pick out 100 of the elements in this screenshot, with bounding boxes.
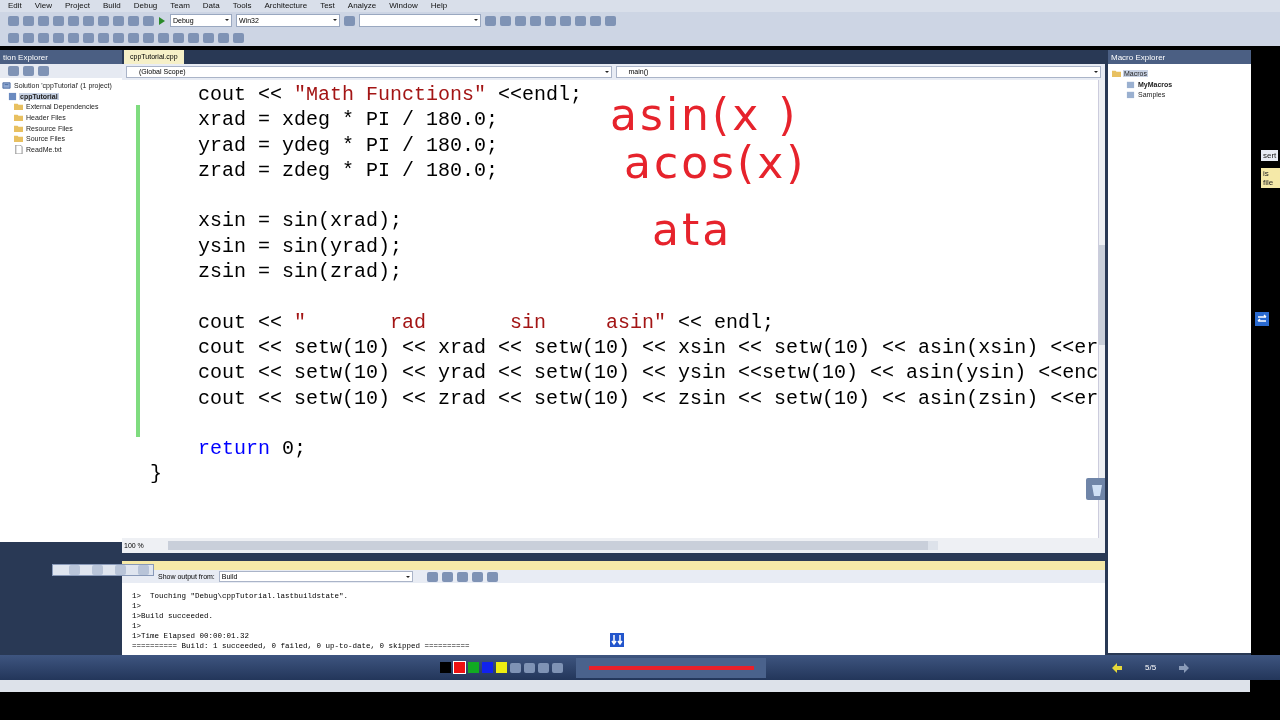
toolbar-icon[interactable] — [173, 32, 184, 43]
toolbar-icon[interactable] — [575, 15, 586, 26]
toolbar-icon[interactable] — [68, 32, 79, 43]
toolbar-icon[interactable] — [441, 571, 453, 582]
toolbar-icon[interactable] — [69, 565, 80, 575]
toolbar-icon[interactable] — [524, 662, 535, 673]
toolbar-icon[interactable] — [605, 15, 616, 26]
menu-item[interactable]: Test — [320, 0, 335, 12]
handwritten-note: asin(x ) — [610, 90, 799, 140]
panel-title: Macro Explorer — [1111, 52, 1166, 62]
menu-item[interactable]: Edit — [8, 0, 22, 12]
code-line: cout << setw(10) << xrad << setw(10) << xsin << setw(10) << asin(xsin) <<er — [197, 334, 1099, 361]
toolbar-icon[interactable] — [83, 15, 94, 26]
toolbar-icon[interactable] — [23, 32, 34, 43]
play-icon[interactable] — [158, 15, 166, 26]
code-line: xrad = xdeg * PI / 180.0; — [197, 107, 499, 133]
toolbar-icon[interactable] — [53, 15, 64, 26]
toolbar-icon[interactable] — [38, 15, 49, 26]
left-arrow-icon[interactable] — [1111, 661, 1123, 674]
toolbar-icon[interactable] — [83, 32, 94, 43]
toolbar-icon[interactable] — [113, 32, 124, 43]
menu-item[interactable]: Tools — [232, 0, 252, 12]
folder-icon — [1112, 68, 1121, 78]
arrows-icon[interactable] — [1255, 312, 1269, 326]
color-swatch[interactable] — [482, 662, 493, 673]
toolbar-icon[interactable] — [188, 32, 199, 43]
toolbar-icon[interactable] — [344, 15, 355, 26]
code-line: cout << "Math Functions" <<endl; — [197, 82, 583, 108]
toolbar-icon[interactable] — [233, 32, 244, 43]
color-swatch[interactable] — [440, 662, 451, 673]
menu-item[interactable]: Analyze — [347, 0, 377, 12]
toolbar-icon[interactable] — [471, 571, 483, 582]
toolbar-icon[interactable] — [560, 15, 571, 26]
color-swatch[interactable] — [468, 662, 479, 673]
menu-item[interactable]: View — [34, 0, 52, 12]
color-swatch[interactable] — [496, 662, 507, 673]
code-line: yrad = ydeg * PI / 180.0; — [197, 132, 499, 158]
toolbar-icon[interactable] — [530, 15, 541, 26]
menu-item[interactable]: Build — [102, 0, 121, 12]
project-icon — [8, 91, 17, 101]
toolbar-icon[interactable] — [143, 15, 154, 26]
toolbar-icon[interactable] — [138, 565, 149, 575]
toolbar-icon[interactable] — [486, 571, 498, 582]
down-arrows-icon[interactable] — [610, 633, 624, 647]
toolbar-icon[interactable] — [485, 15, 496, 26]
toolbar-icon[interactable] — [23, 15, 34, 26]
window-fragment-text: is file — [1261, 168, 1280, 188]
toolbar-icon[interactable] — [8, 32, 19, 43]
toolbar-icon[interactable] — [203, 32, 214, 43]
color-swatch[interactable] — [454, 662, 465, 673]
toolbar-icon[interactable] — [53, 32, 64, 43]
window-fragment-text: sert — [1261, 150, 1279, 161]
toolbar-icon[interactable] — [92, 565, 103, 575]
menu-item[interactable]: Project — [65, 0, 90, 12]
menu-item[interactable]: Window — [389, 0, 418, 12]
toolbar-icon[interactable] — [38, 32, 49, 43]
toolbar-icon[interactable] — [158, 32, 169, 43]
toolbar-icon[interactable] — [115, 565, 126, 575]
menu-item[interactable]: Team — [170, 0, 190, 12]
code-line: } — [150, 461, 162, 487]
menu-item[interactable]: Architecture — [264, 0, 308, 12]
menu-item[interactable]: Debug — [133, 0, 158, 12]
toolbar-icon[interactable] — [510, 662, 521, 673]
page-counter: 5/5 — [1145, 663, 1157, 672]
toolbar-icon[interactable] — [8, 15, 19, 26]
code-line: zrad = zdeg * PI / 180.0; — [197, 157, 499, 184]
toolbar-icon[interactable] — [98, 15, 109, 26]
toolbar-icon[interactable] — [538, 662, 549, 673]
find-dropdown[interactable] — [359, 14, 481, 27]
toolbar-icon[interactable] — [128, 15, 139, 26]
right-arrow-icon[interactable] — [1178, 661, 1191, 674]
handwritten-note: ata — [652, 205, 733, 255]
toolbar-icon[interactable] — [128, 32, 139, 43]
code-line: cout << setw(10) << yrad << setw(10) << ysin <<setw(10) << asin(ysin) <<enc — [197, 360, 1099, 386]
toolbar-icon[interactable] — [68, 15, 79, 26]
toolbar-icon[interactable] — [545, 15, 556, 26]
menu-item[interactable]: Help — [430, 0, 448, 12]
toolbar-icon[interactable] — [590, 15, 601, 26]
toolbar-icon[interactable] — [38, 66, 49, 76]
code-line: return 0; — [197, 436, 307, 462]
handwritten-note: acos(x) — [624, 138, 807, 188]
document-icon — [14, 144, 23, 154]
toolbar-icon[interactable] — [98, 32, 109, 43]
code-line: xsin = sin(xrad); — [197, 208, 403, 234]
toolbar-icon[interactable] — [500, 15, 511, 26]
toolbar-icon[interactable] — [23, 66, 34, 76]
toolbar-icon[interactable] — [113, 15, 124, 26]
pen-width-selector[interactable] — [576, 657, 766, 678]
toolbar-icon[interactable] — [8, 66, 19, 76]
toolbar-icon[interactable] — [143, 32, 154, 43]
toolbar-icon[interactable] — [552, 662, 563, 673]
code-line: zsin = sin(zrad); — [197, 259, 403, 285]
toolbar-icon[interactable] — [426, 571, 438, 582]
panel-title: tion Explorer — [3, 52, 48, 62]
toolbar-icon[interactable] — [218, 32, 229, 43]
toolbar-icon[interactable] — [515, 15, 526, 26]
code-line: ysin = sin(yrad); — [197, 233, 403, 260]
menu-item[interactable]: Data — [202, 0, 220, 12]
toolbar-icon[interactable] — [456, 571, 468, 582]
project-icon — [2, 80, 11, 90]
